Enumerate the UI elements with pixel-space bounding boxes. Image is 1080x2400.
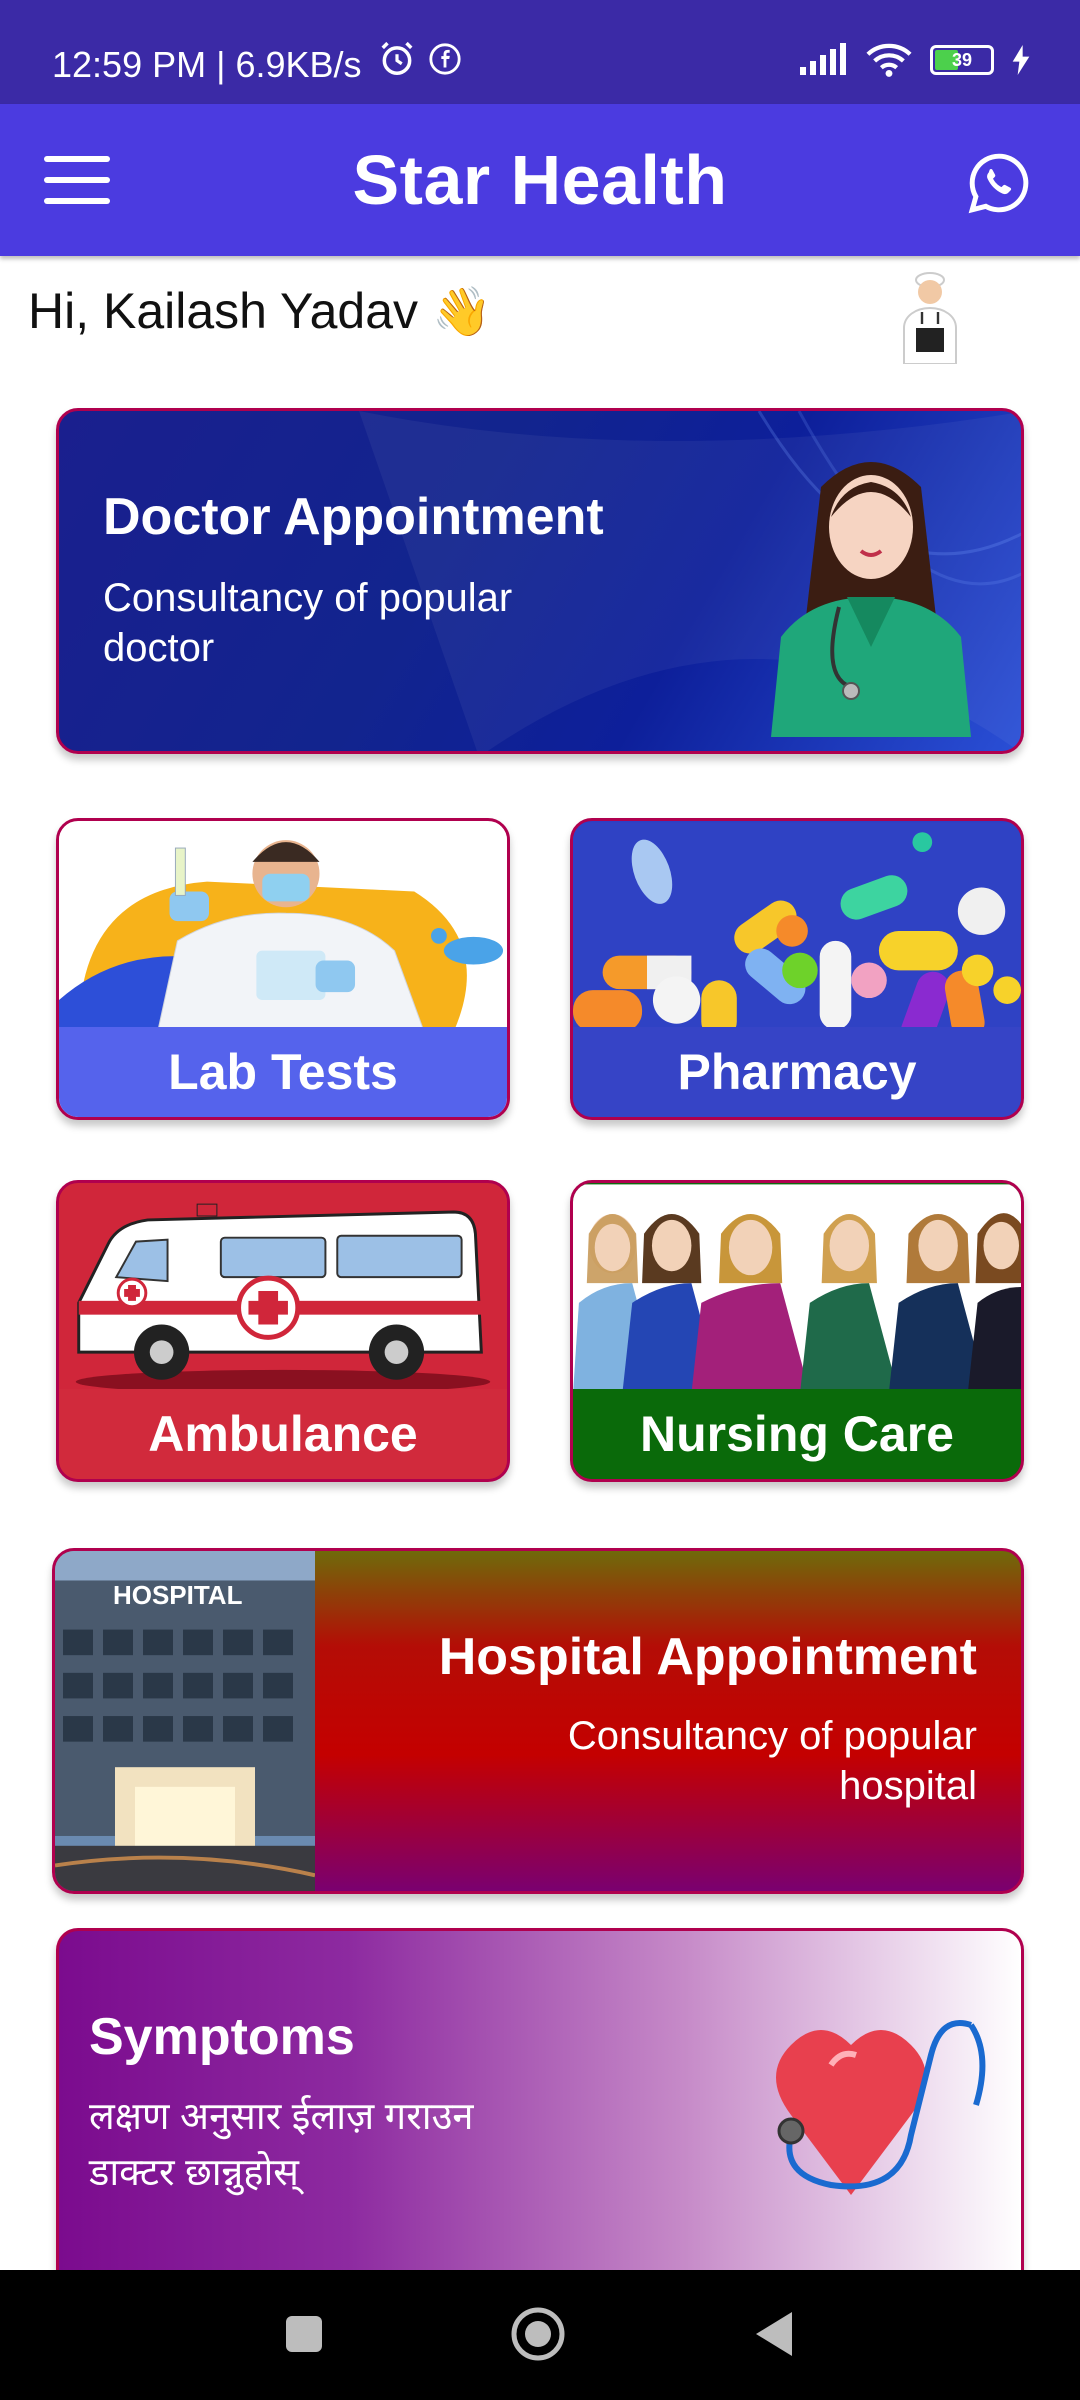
status-time: 12:59 PM | 6.9KB/s bbox=[52, 44, 362, 85]
symptoms-line-1: लक्षण अनुसार ईलाज़ गराउन bbox=[89, 2096, 474, 2138]
hospital-appointment-card[interactable]: HOSPITAL Hospital Appointment Consultanc… bbox=[52, 1548, 1024, 1894]
lab-tests-card[interactable]: Lab Tests bbox=[56, 818, 510, 1120]
nav-home-icon[interactable] bbox=[510, 2306, 566, 2362]
symptoms-card-title: Symptoms bbox=[89, 2008, 355, 2066]
hospital-card-title: Hospital Appointment bbox=[438, 1628, 977, 1686]
greeting-text: Hi, Kailash Yadav bbox=[28, 283, 419, 339]
symptoms-card-subtitle: लक्षण अनुसार ईलाज़ गराउन डाक्टर छान्नुहो… bbox=[89, 2089, 474, 2201]
wifi-icon bbox=[866, 43, 912, 77]
symptoms-line-2: डाक्टर छान्नुहोस् bbox=[89, 2152, 299, 2194]
doctor-card-subtitle: Consultancy of popular doctor bbox=[103, 576, 513, 670]
status-right-icons: 39 bbox=[798, 42, 1030, 78]
whatsapp-icon[interactable] bbox=[966, 150, 1032, 216]
status-left-icons bbox=[378, 40, 462, 78]
system-nav-bar bbox=[0, 2270, 1080, 2400]
heart-stethoscope-icon bbox=[776, 2020, 986, 2195]
nav-back-icon[interactable] bbox=[752, 2310, 796, 2358]
doctor-avatar[interactable] bbox=[888, 268, 972, 364]
lab-tests-label: Lab Tests bbox=[59, 1027, 507, 1117]
greeting: Hi, Kailash Yadav 👋 bbox=[28, 282, 492, 340]
charging-icon bbox=[1012, 45, 1030, 75]
ambulance-image bbox=[59, 1184, 507, 1394]
app-title: Star Health bbox=[352, 141, 728, 219]
pharmacy-image bbox=[573, 822, 1021, 1033]
symptoms-card[interactable]: Symptoms लक्षण अनुसार ईलाज़ गराउन डाक्टर… bbox=[56, 1928, 1024, 2274]
nursing-care-image bbox=[573, 1184, 1021, 1394]
nav-recent-icon[interactable] bbox=[284, 2314, 324, 2354]
hospital-card-subtitle: Consultancy of popular hospital bbox=[567, 1714, 977, 1808]
nursing-care-card[interactable]: Nursing Care bbox=[570, 1180, 1024, 1482]
status-bar: 12:59 PM | 6.9KB/s 39 bbox=[0, 0, 1080, 104]
nursing-care-label: Nursing Care bbox=[573, 1389, 1021, 1479]
hospital-building-image: HOSPITAL bbox=[55, 1551, 315, 1891]
doctor-appointment-card[interactable]: Doctor Appointment Consultancy of popula… bbox=[56, 408, 1024, 754]
ambulance-label: Ambulance bbox=[59, 1389, 507, 1479]
pharmacy-card[interactable]: Pharmacy bbox=[570, 818, 1024, 1120]
battery-icon: 39 bbox=[930, 45, 994, 75]
battery-level: 39 bbox=[951, 49, 973, 70]
ambulance-card[interactable]: Ambulance bbox=[56, 1180, 510, 1482]
hospital-sign: HOSPITAL bbox=[113, 1582, 242, 1610]
facebook-icon bbox=[429, 43, 461, 75]
doctor-card-title: Doctor Appointment bbox=[103, 488, 604, 546]
app-bar: Star Health bbox=[0, 104, 1080, 256]
signal-icon bbox=[800, 43, 846, 75]
waving-hand-emoji: 👋 bbox=[431, 286, 492, 339]
lab-tests-image bbox=[59, 822, 507, 1033]
alarm-icon bbox=[381, 41, 413, 75]
female-doctor-image bbox=[771, 462, 971, 737]
pharmacy-label: Pharmacy bbox=[573, 1027, 1021, 1117]
